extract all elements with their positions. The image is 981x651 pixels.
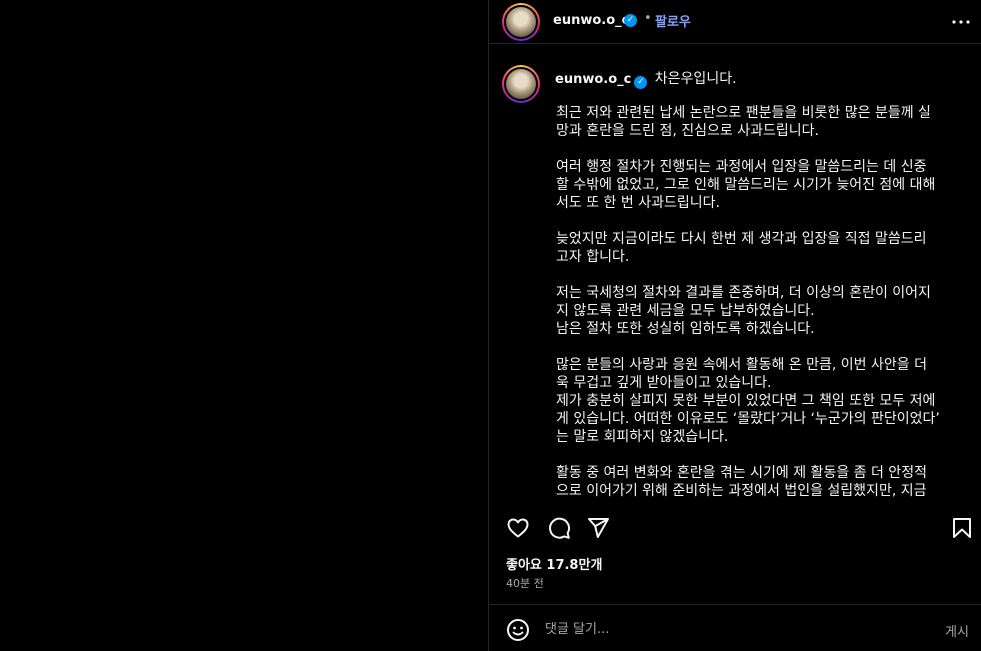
comment-icon[interactable] — [547, 516, 571, 540]
emoji-icon[interactable] — [506, 618, 530, 642]
post-comment-button[interactable]: 게시 — [945, 621, 969, 640]
separator-dot: • — [644, 11, 652, 26]
post-side-panel: eunwo.o_c ✓ • 팔로우 eunwo.o_c ✓ 차은우입니다. 최근 … — [488, 0, 981, 651]
comment-bar: 게시 — [489, 604, 981, 651]
caption-header: eunwo.o_c ✓ 차은우입니다. — [555, 68, 737, 89]
comment-input[interactable] — [545, 615, 915, 643]
more-horizontal-icon[interactable] — [952, 13, 970, 31]
post-header: eunwo.o_c ✓ • 팔로우 — [489, 0, 981, 44]
caption-area: eunwo.o_c ✓ 차은우입니다. 최근 저와 관련된 납세 논란으로 팬분들… — [489, 45, 981, 505]
caption-paragraph: 여러 행정 절차가 진행되는 과정에서 입장을 말씀드리는 데 신중 할 수밖에… — [556, 159, 936, 211]
follow-button[interactable]: 팔로우 — [655, 11, 691, 30]
verified-badge-icon: ✓ — [624, 14, 637, 27]
caption-greeting: 차은우입니다. — [654, 71, 737, 87]
likes-count[interactable]: 좋아요 17.8만개 — [506, 554, 602, 573]
caption-paragraph: 활동 중 여러 변화와 혼란을 겪는 시기에 제 활동을 좀 더 안정적 으로 … — [556, 465, 927, 499]
post-timestamp[interactable]: 40분 전 — [506, 575, 544, 591]
action-bar — [489, 505, 981, 549]
caption-paragraph: 늦었지만 지금이라도 다시 한번 제 생각과 입장을 직접 말씀드리 고자 합니… — [556, 231, 927, 265]
media-pane — [0, 0, 488, 651]
author-avatar[interactable] — [502, 3, 540, 41]
caption-author-username[interactable]: eunwo.o_c — [555, 72, 631, 87]
author-username[interactable]: eunwo.o_c — [553, 13, 629, 28]
caption-body: 최근 저와 관련된 납세 논란으로 팬분들을 비롯한 많은 분들께 실 망과 혼… — [556, 104, 961, 505]
verified-badge-icon: ✓ — [634, 76, 648, 89]
caption-paragraph: 많은 분들의 사랑과 응원 속에서 활동해 온 만큼, 이번 사안을 더 욱 무… — [556, 357, 940, 445]
heart-icon[interactable] — [506, 516, 530, 540]
share-icon[interactable] — [586, 516, 610, 540]
caption-paragraph: 저는 국세청의 절차와 결과를 존중하며, 더 이상의 혼란이 이어지 지 않도… — [556, 285, 931, 337]
caption-paragraph: 최근 저와 관련된 납세 논란으로 팬분들을 비롯한 많은 분들께 실 망과 혼… — [556, 105, 931, 139]
bookmark-icon[interactable] — [950, 516, 974, 540]
caption-author-avatar[interactable] — [502, 65, 540, 103]
